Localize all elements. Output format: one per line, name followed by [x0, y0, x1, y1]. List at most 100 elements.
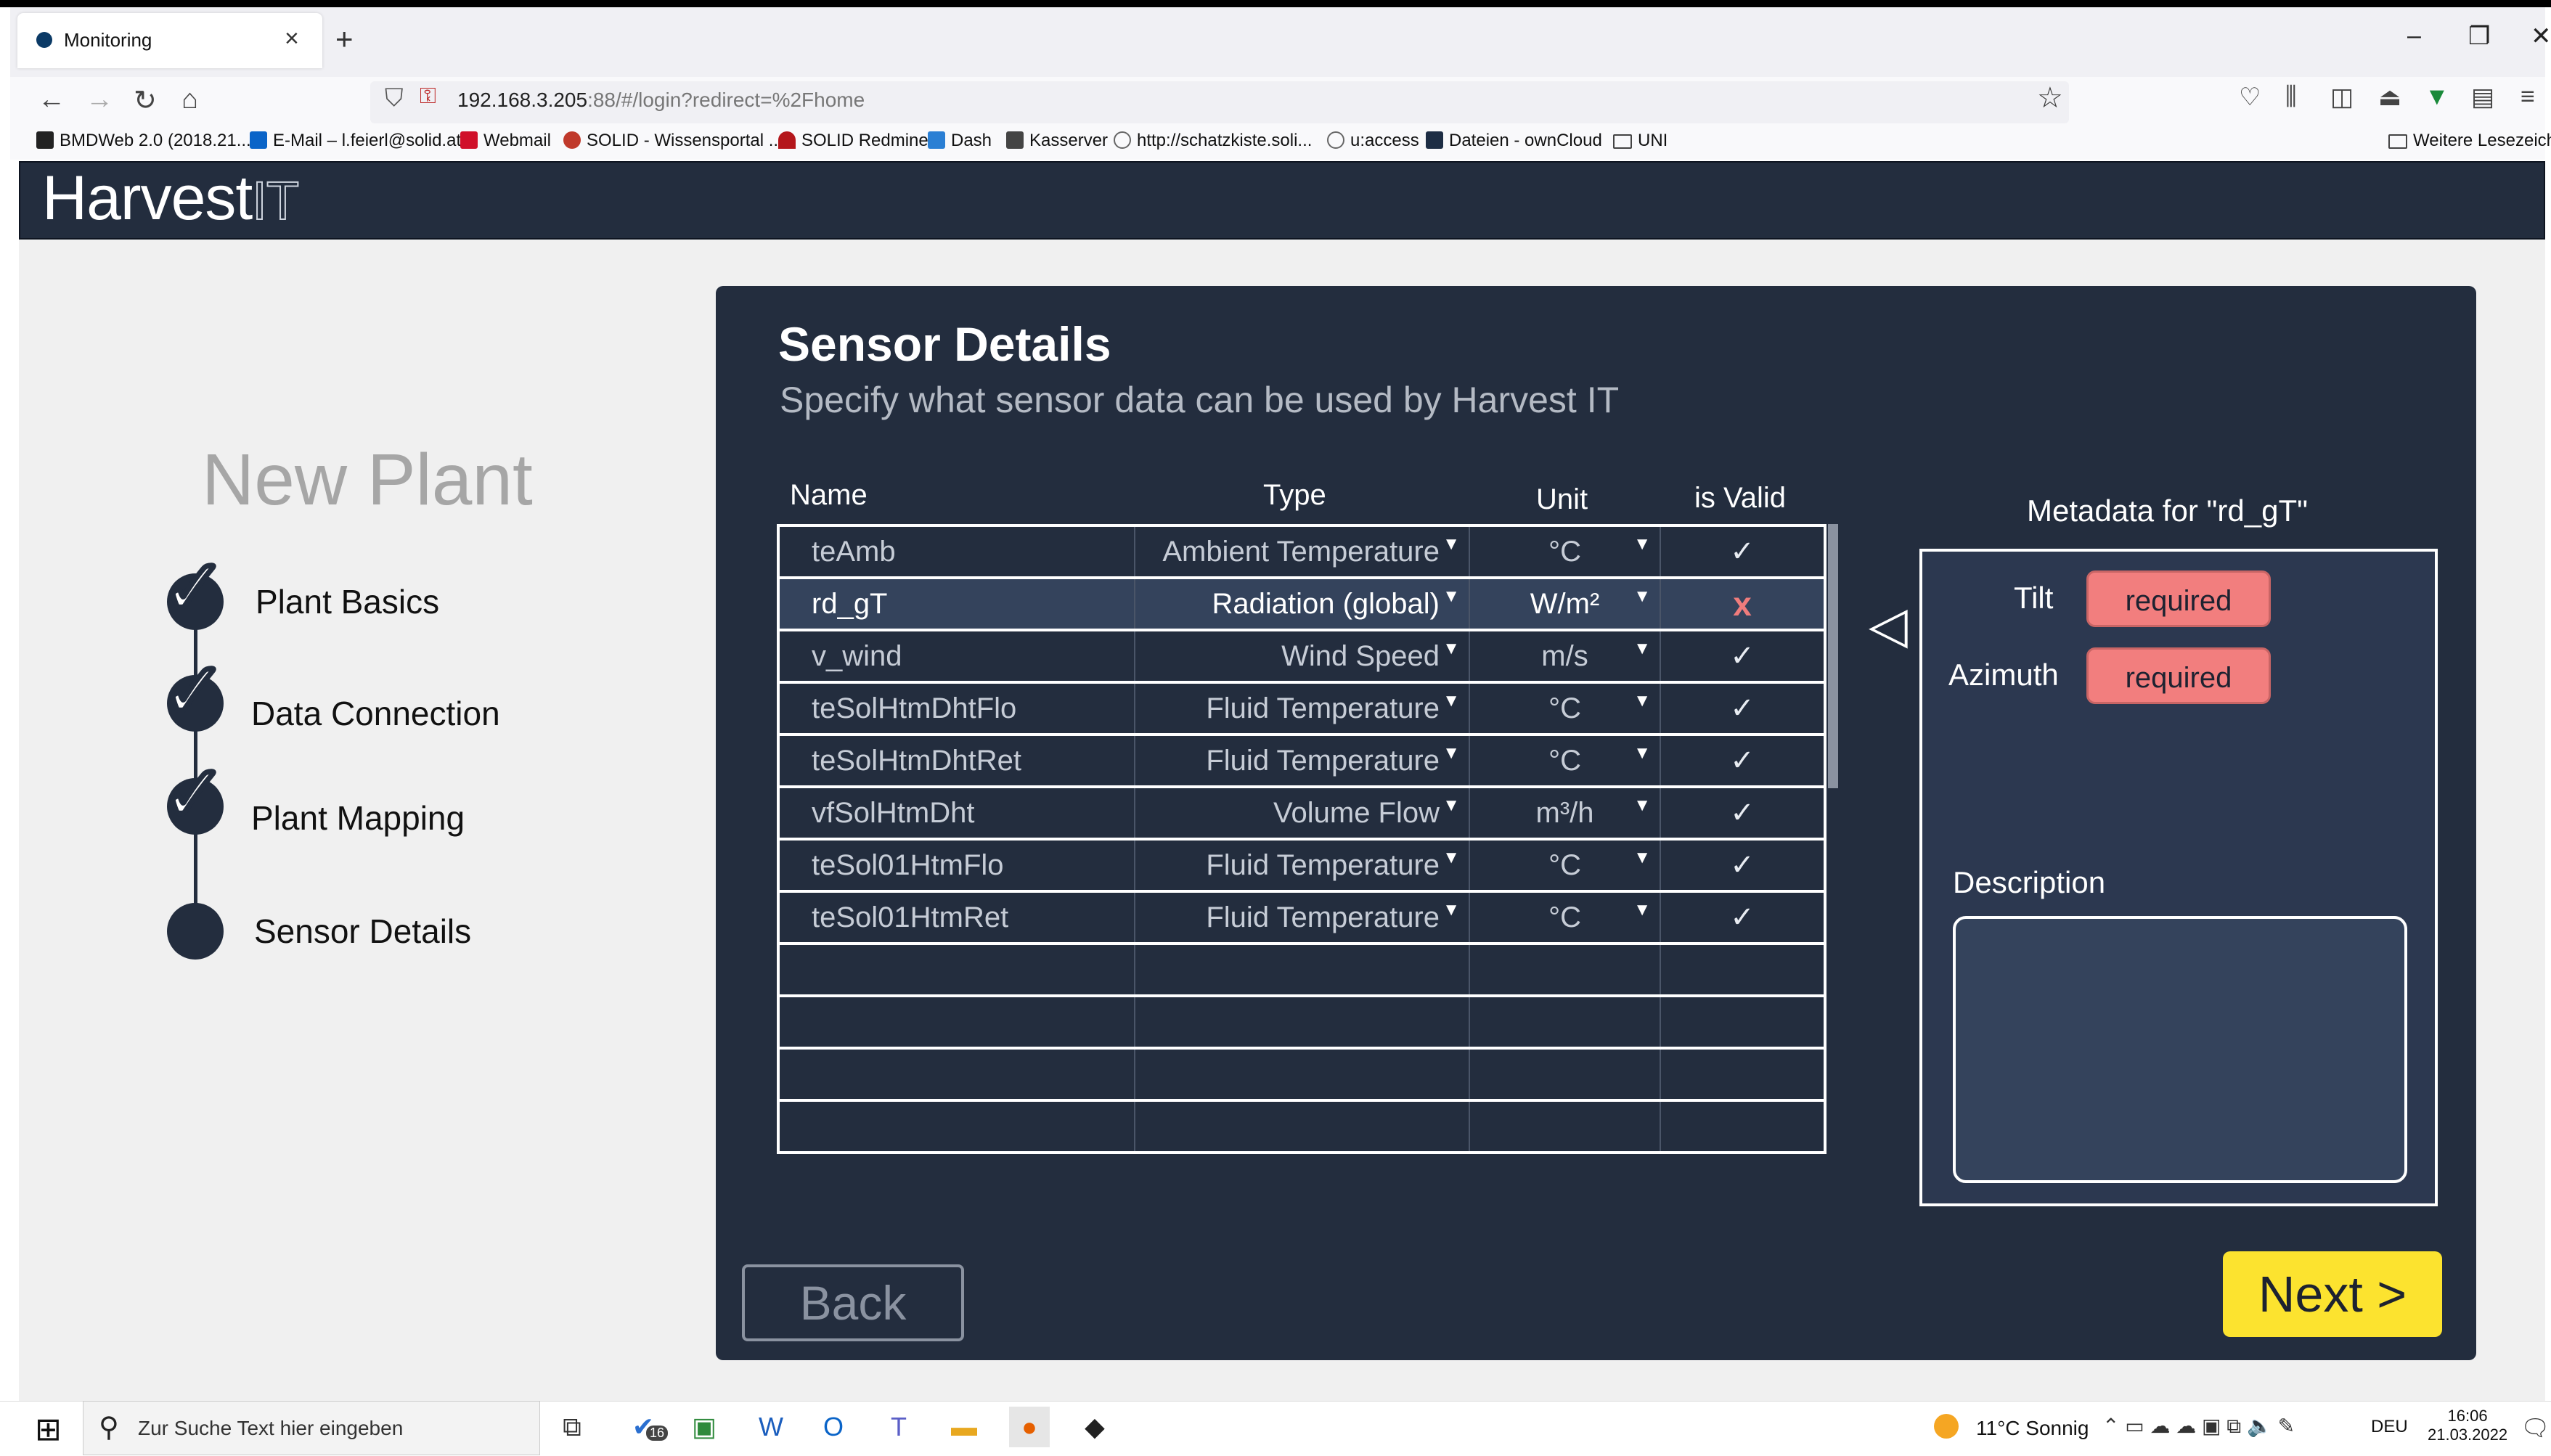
sensor-unit-select[interactable]: °C ▼	[1468, 890, 1662, 945]
bookmark-owncloud[interactable]: Dateien - ownCloud	[1426, 131, 1602, 151]
notification-icon[interactable]: 🗨	[2521, 1414, 2550, 1441]
bookmark-uaccess[interactable]: u:access	[1327, 131, 1419, 151]
bookmark-uni[interactable]: UNI	[1613, 131, 1668, 151]
sensor-name-cell[interactable]: vfSolHtmDht	[776, 785, 1136, 841]
firefox-icon[interactable]: ●	[1009, 1407, 1050, 1447]
task-view-icon[interactable]: ⧉	[552, 1407, 592, 1447]
pocket-icon[interactable]: ♡	[2239, 83, 2261, 112]
app-icon[interactable]: ◆	[1074, 1407, 1115, 1447]
bookmark-email[interactable]: E-Mail – l.feierl@solid.at	[250, 131, 461, 151]
sensor-type-select[interactable]: Radiation (global) ▼	[1134, 576, 1470, 631]
sidebar-icon[interactable]: ◫	[2330, 83, 2354, 112]
notepad-icon[interactable]: ▣	[684, 1407, 725, 1447]
bookmark-kasserver[interactable]: Kasserver	[1006, 131, 1108, 151]
bookmark-other[interactable]: Weitere Lesezeichen	[2388, 131, 2551, 151]
sensor-unit-select[interactable]: °C ▼	[1468, 733, 1662, 788]
harvest-it-logo[interactable]: HarvestIT	[42, 163, 300, 234]
app-header	[19, 161, 2545, 240]
table-scrollbar[interactable]	[1828, 524, 1838, 788]
step-label-sensor-details[interactable]: Sensor Details	[254, 912, 471, 951]
sensor-unit-select[interactable]: m/s ▼	[1468, 629, 1662, 684]
vue-devtools-icon[interactable]: ▼	[2425, 83, 2449, 111]
sensor-name: teAmb	[812, 535, 896, 568]
windows-start-icon[interactable]: ⊞	[35, 1411, 62, 1448]
taskbar-weather[interactable]: 11°C Sonnig	[1976, 1417, 2089, 1440]
restore-button[interactable]: ❐	[2468, 22, 2490, 51]
browser-tab[interactable]	[17, 13, 322, 68]
next-button[interactable]: Next >	[2223, 1251, 2442, 1337]
bookmark-bmdweb[interactable]: BMDWeb 2.0 (2018.21....	[36, 131, 256, 151]
taskbar-language[interactable]: DEU	[2371, 1417, 2408, 1437]
empty-sensor-row	[776, 1099, 1826, 1154]
sensor-name-cell[interactable]: v_wind	[776, 629, 1136, 684]
tab-close-icon[interactable]: ×	[285, 25, 299, 53]
sensor-name-cell[interactable]: teAmb	[776, 524, 1136, 579]
teams-icon[interactable]: T	[878, 1407, 919, 1447]
outlook-icon[interactable]: O	[813, 1407, 854, 1447]
step-label-plant-basics[interactable]: Plant Basics	[256, 582, 439, 621]
step-label-data-connection[interactable]: Data Connection	[251, 694, 500, 733]
system-tray-icons[interactable]: ⌃ ▭ ☁ ☁ ▣ ⧉ 🔈 ✎	[2102, 1414, 2295, 1439]
sensor-unit-select[interactable]: °C ▼	[1468, 681, 1662, 736]
reader-icon[interactable]: ▤	[2471, 83, 2494, 112]
empty-sensor-row	[776, 994, 1826, 1050]
sensor-unit-select[interactable]: °C ▼	[1468, 838, 1662, 893]
dash-icon	[928, 131, 945, 149]
window-close-button[interactable]: ✕	[2531, 22, 2551, 51]
sensor-row[interactable]: vfSolHtmDht Volume Flow ▼ m³/h ▼ ✓	[776, 785, 1826, 841]
bookmark-dash[interactable]: Dash	[928, 131, 992, 151]
back-arrow-icon[interactable]: ←	[38, 84, 65, 115]
sensor-unit-select[interactable]: W/m² ▼	[1468, 576, 1662, 631]
sensor-type-select[interactable]: Fluid Temperature ▼	[1134, 890, 1470, 945]
back-button[interactable]: Back	[742, 1264, 964, 1341]
bookmark-webmail[interactable]: Webmail	[460, 131, 551, 151]
description-textarea[interactable]	[1953, 916, 2407, 1183]
sensor-row[interactable]: teSolHtmDhtFlo Fluid Temperature ▼ °C ▼ ✓	[776, 681, 1826, 736]
sensor-type-select[interactable]: Volume Flow ▼	[1134, 785, 1470, 841]
sensor-type-select[interactable]: Fluid Temperature ▼	[1134, 733, 1470, 788]
globe-icon	[1327, 131, 1344, 149]
shield-icon[interactable]: ⛉	[385, 84, 404, 113]
forward-arrow-icon[interactable]: →	[86, 84, 113, 115]
bookmark-schatzkiste[interactable]: http://schatzkiste.soli...	[1114, 131, 1312, 151]
sensor-row[interactable]: teSol01HtmFlo Fluid Temperature ▼ °C ▼ ✓	[776, 838, 1826, 893]
sensor-row[interactable]: v_wind Wind Speed ▼ m/s ▼ ✓	[776, 629, 1826, 684]
panel-title: Sensor Details	[778, 317, 1111, 371]
sensor-unit-select[interactable]: °C ▼	[1468, 524, 1662, 579]
sensor-type-select[interactable]: Ambient Temperature ▼	[1134, 524, 1470, 579]
reload-icon[interactable]: ↻	[134, 84, 157, 117]
sensor-name-cell[interactable]: teSol01HtmRet	[776, 890, 1136, 945]
step-label-plant-mapping[interactable]: Plant Mapping	[251, 798, 465, 838]
sensor-name-cell[interactable]: teSolHtmDhtRet	[776, 733, 1136, 788]
sensor-name-cell[interactable]: teSolHtmDhtFlo	[776, 681, 1136, 736]
sensor-row[interactable]: teSol01HtmRet Fluid Temperature ▼ °C ▼ ✓	[776, 890, 1826, 945]
bookmark-redmine[interactable]: SOLID Redmine	[778, 131, 928, 151]
bookmark-star-icon[interactable]: ☆	[2037, 81, 2063, 115]
menu-icon[interactable]: ≡	[2521, 83, 2535, 111]
bookmark-wissensportal[interactable]: SOLID - Wissensportal ...	[563, 131, 783, 151]
sensor-name-cell[interactable]: teSol01HtmFlo	[776, 838, 1136, 893]
library-icon[interactable]: ⫼	[2285, 83, 2297, 111]
insecure-lock-icon[interactable]: ⚿	[420, 84, 436, 109]
sensor-row[interactable]: rd_gT Radiation (global) ▼ W/m² ▼ x	[776, 576, 1826, 631]
sensor-type-select[interactable]: Wind Speed ▼	[1134, 629, 1470, 684]
sensor-type-select[interactable]: Fluid Temperature ▼	[1134, 838, 1470, 893]
sensor-name-cell[interactable]: rd_gT	[776, 576, 1136, 631]
sensor-unit-select[interactable]: m³/h ▼	[1468, 785, 1662, 841]
extension-icon[interactable]: ⏏	[2378, 83, 2401, 112]
home-icon[interactable]: ⌂	[181, 84, 198, 115]
new-tab-button[interactable]: +	[335, 22, 354, 57]
azimuth-input[interactable]: required	[2086, 647, 2271, 704]
taskbar-clock[interactable]: 16:06 21.03.2022	[2428, 1407, 2507, 1444]
tilt-input[interactable]: required	[2086, 570, 2271, 627]
dropdown-caret-icon: ▼	[1442, 900, 1460, 920]
sensor-type-select[interactable]: Fluid Temperature ▼	[1134, 681, 1470, 736]
word-icon[interactable]: W	[751, 1407, 791, 1447]
minimize-button[interactable]: –	[2407, 22, 2421, 50]
file-explorer-icon[interactable]: ▬	[944, 1407, 984, 1447]
collapse-arrow-icon[interactable]: ◁	[1869, 595, 1908, 655]
sensor-row[interactable]: teSolHtmDhtRet Fluid Temperature ▼ °C ▼ ✓	[776, 733, 1826, 788]
sensor-row[interactable]: teAmb Ambient Temperature ▼ °C ▼ ✓	[776, 524, 1826, 579]
invalid-x-icon: x	[1733, 585, 1752, 623]
url-text[interactable]: 192.168.3.205:88/#/login?redirect=%2Fhom…	[457, 89, 865, 112]
